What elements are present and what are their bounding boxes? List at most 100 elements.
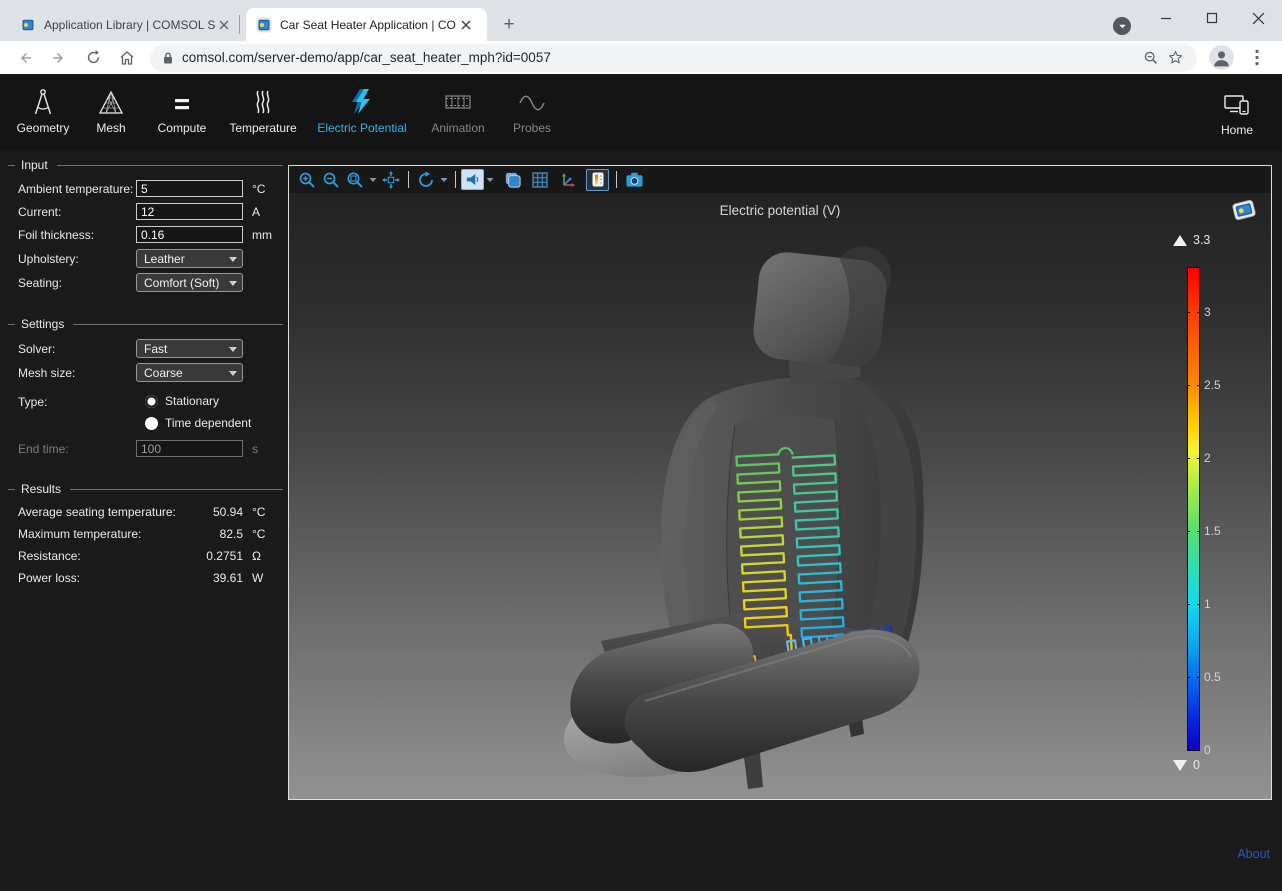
plot-canvas[interactable]: Electric potential (V) [289, 193, 1271, 799]
zoom-extents-button[interactable] [379, 168, 403, 191]
ribbon-label: Home [1221, 123, 1253, 137]
seating-value: Comfort (Soft) [144, 276, 219, 290]
address-bar[interactable]: comsol.com/server-demo/app/car_seat_heat… [150, 44, 1197, 72]
tab-close-icon[interactable] [458, 17, 474, 33]
back-button[interactable] [11, 44, 39, 72]
result-row-power-loss: Power loss: 39.61 W [0, 567, 288, 589]
zoom-box-dropdown[interactable] [367, 168, 379, 191]
lightning-bolt-icon [348, 85, 376, 117]
sine-wave-icon [517, 85, 547, 117]
upholstery-label: Upholstery: [18, 252, 136, 266]
radio-selected-icon[interactable] [145, 395, 158, 408]
maximize-icon [1206, 12, 1218, 24]
transparency-button[interactable] [500, 168, 524, 191]
foil-thickness-unit: mm [252, 228, 272, 242]
zoom-indicator-icon [1143, 50, 1159, 66]
reload-button[interactable] [79, 44, 107, 72]
window-maximize-button[interactable] [1189, 0, 1235, 36]
current-unit: A [252, 205, 260, 219]
home-button-browser[interactable] [113, 44, 141, 72]
color-legend-button[interactable] [586, 169, 609, 191]
result-unit: W [252, 571, 274, 585]
browser-tab-car-seat-heater[interactable]: Car Seat Heater Application | CO [246, 8, 487, 41]
forward-button[interactable] [45, 44, 73, 72]
end-time-unit: s [252, 442, 258, 456]
mesh-size-dropdown[interactable]: Coarse [136, 363, 243, 382]
ribbon-compute-button[interactable]: Compute [146, 83, 218, 150]
browser-menu-button[interactable] [1243, 44, 1271, 72]
ribbon-geometry-button[interactable]: Geometry [10, 83, 76, 150]
url-text: comsol.com/server-demo/app/car_seat_heat… [182, 50, 1139, 65]
app-content: Input Ambient temperature: °C Current: A… [0, 150, 1282, 891]
chevron-down-icon [229, 371, 237, 376]
upholstery-value: Leather [144, 252, 185, 266]
current-row: Current: A [0, 203, 288, 220]
browser-url-bar: comsol.com/server-demo/app/car_seat_heat… [0, 41, 1282, 74]
chevron-down-icon [229, 281, 237, 286]
seating-dropdown[interactable]: Comfort (Soft) [136, 273, 243, 292]
new-tab-button[interactable]: + [497, 13, 521, 37]
bookmark-button[interactable] [1163, 46, 1187, 70]
compass-icon [29, 85, 57, 117]
tab-title: Application Library | COMSOL Se [44, 18, 216, 32]
forward-arrow-icon [50, 49, 68, 67]
radio-unselected-icon[interactable] [145, 417, 158, 430]
tab-search-button[interactable] [1113, 17, 1131, 35]
section-header-settings: Settings [0, 316, 288, 332]
zoom-in-button[interactable] [295, 168, 319, 191]
rotate-dropdown[interactable] [438, 168, 450, 191]
ambient-temperature-input[interactable] [136, 180, 243, 197]
solver-row: Solver: Fast [0, 339, 288, 358]
foil-thickness-input[interactable] [136, 226, 243, 243]
current-input[interactable] [136, 203, 243, 220]
window-minimize-button[interactable] [1143, 0, 1189, 36]
rotate-button[interactable] [414, 168, 438, 191]
mesh-size-label: Mesh size: [18, 366, 136, 380]
grid-button[interactable] [528, 168, 552, 191]
car-seat-model[interactable] [289, 193, 1271, 799]
ribbon-label: Geometry [17, 121, 70, 135]
page-zoom-button[interactable] [1139, 46, 1163, 70]
chevron-down-icon [1118, 22, 1127, 31]
ribbon-label: Mesh [96, 121, 125, 135]
browser-tab-library[interactable]: Application Library | COMSOL Se [10, 8, 240, 41]
zoom-out-button[interactable] [319, 168, 343, 191]
ribbon-temperature-button[interactable]: Temperature [218, 83, 308, 150]
scene-light-dropdown[interactable] [484, 168, 496, 191]
ribbon-home-button[interactable]: Home [1206, 85, 1268, 137]
zoom-box-button[interactable] [343, 168, 367, 191]
screenshot-button[interactable] [622, 168, 646, 191]
axes-orientation-button[interactable] [556, 168, 580, 191]
upholstery-dropdown[interactable]: Leather [136, 249, 243, 268]
browser-tab-strip: Application Library | COMSOL Se Car Seat… [0, 0, 1282, 41]
chevron-down-icon [229, 257, 237, 262]
seating-row: Seating: Comfort (Soft) [0, 273, 288, 292]
result-row-max-temp: Maximum temperature: 82.5 °C [0, 523, 288, 545]
devices-icon [1222, 87, 1252, 119]
ribbon-mesh-button[interactable]: Mesh [76, 83, 146, 150]
ribbon-electric-potential-button[interactable]: Electric Potential [308, 83, 416, 150]
colorbar-min: 0 [1173, 758, 1200, 772]
chevron-down-icon [369, 177, 377, 183]
result-value: 50.94 [185, 505, 243, 519]
ribbon-probes-button: Probes [500, 83, 564, 150]
equals-icon [169, 85, 195, 117]
result-row-avg-temp: Average seating temperature: 50.94 °C [0, 501, 288, 523]
minimize-icon [1160, 12, 1172, 24]
ribbon-animation-button: Animation [416, 83, 500, 150]
about-link[interactable]: About [1237, 847, 1270, 861]
radio-time-dependent[interactable]: Time dependent [0, 416, 288, 430]
scene-light-button[interactable] [461, 169, 484, 190]
solver-label: Solver: [18, 342, 136, 356]
end-time-input [136, 440, 243, 457]
solver-dropdown[interactable]: Fast [136, 339, 243, 358]
profile-avatar[interactable] [1209, 45, 1234, 70]
window-close-button[interactable] [1235, 0, 1281, 36]
foil-thickness-label: Foil thickness: [18, 228, 136, 242]
result-row-resistance: Resistance: 0.2751 Ω [0, 545, 288, 567]
tab-close-icon[interactable] [216, 17, 232, 33]
ribbon-label: Animation [431, 121, 484, 135]
comsol-favicon-icon [20, 17, 36, 33]
min-marker-icon [1173, 760, 1187, 771]
chevron-down-icon [229, 347, 237, 352]
